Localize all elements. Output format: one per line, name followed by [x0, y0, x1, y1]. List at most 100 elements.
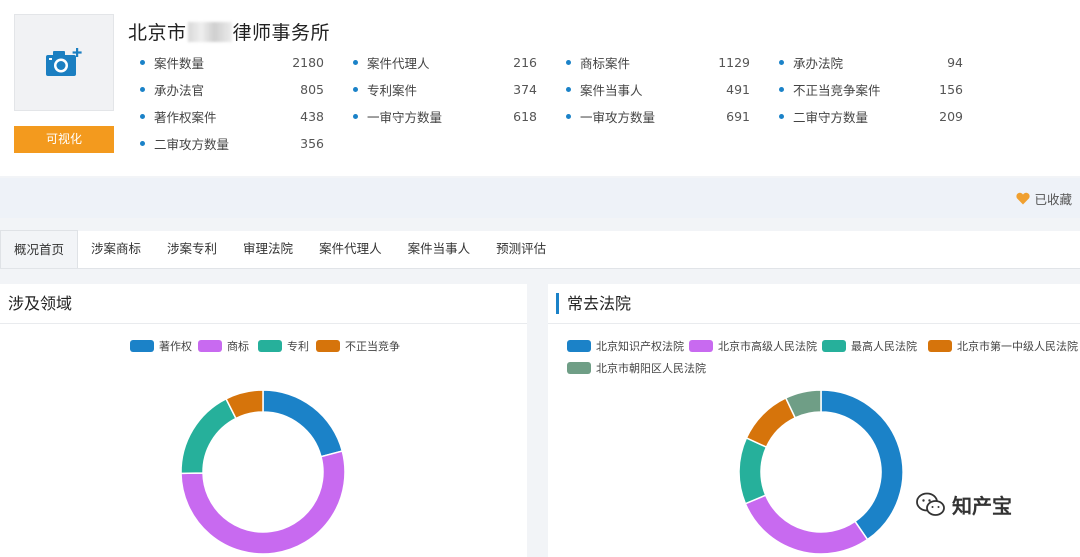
bullet-dot [566, 113, 571, 119]
stat-label: 承办法官 [154, 82, 205, 98]
stat-value: 438 [300, 108, 324, 124]
action-strip: 已收藏 [0, 178, 1080, 218]
stat-label: 专利案件 [367, 82, 418, 98]
wechat-icon [916, 492, 945, 516]
legend-item[interactable]: 北京知识产权法院 [567, 338, 684, 354]
camera-add-icon [46, 47, 82, 76]
legend-label: 北京市朝阳区人民法院 [596, 362, 706, 375]
legend-swatch [130, 340, 154, 352]
stat-value: 156 [939, 81, 963, 97]
bullet-dot [353, 86, 358, 92]
stat-value: 209 [939, 108, 963, 124]
stat-value: 374 [513, 81, 537, 97]
tab-prediction[interactable]: 预测评估 [483, 230, 559, 268]
stat-label: 二审攻方数量 [154, 136, 230, 152]
legend-label: 最高人民法院 [851, 340, 917, 353]
stat-label: 一审守方数量 [367, 109, 443, 125]
firm-title-prefix: 北京市 [128, 22, 187, 44]
stat-label: 不正当竞争案件 [793, 82, 881, 98]
redacted-name-mask [187, 21, 232, 42]
stat-value: 94 [947, 54, 963, 70]
stat-item[interactable]: 案件当事人 491 [566, 79, 750, 99]
stat-label: 案件数量 [154, 55, 205, 71]
favorite-label: 已收藏 [1034, 192, 1072, 207]
legend-swatch [198, 340, 222, 352]
donut-slice-0[interactable] [262, 389, 344, 458]
stat-item[interactable]: 一审守方数量 618 [353, 106, 537, 126]
legend-swatch [567, 362, 591, 374]
tab-agents[interactable]: 案件代理人 [306, 230, 395, 268]
stat-value: 216 [513, 54, 537, 70]
legend-item[interactable]: 北京市朝阳区人民法院 [567, 360, 706, 376]
stat-item[interactable]: 案件数量 2180 [140, 52, 324, 72]
bullet-dot [779, 86, 784, 92]
courts-panel-title: 常去法院 [548, 284, 1080, 324]
legend-swatch [822, 340, 846, 352]
donut-slice-2[interactable] [180, 397, 237, 475]
bullet-dot [140, 86, 145, 92]
donut-slice-1[interactable] [180, 450, 346, 555]
legend-item[interactable]: 专利 [258, 338, 309, 354]
legend-label: 北京知识产权法院 [596, 340, 684, 353]
donut-slice-3[interactable] [745, 396, 797, 449]
tab-trademarks[interactable]: 涉案商标 [78, 230, 154, 268]
bullet-dot [566, 59, 571, 65]
tab-parties[interactable]: 案件当事人 [395, 230, 484, 268]
bullet-dot [779, 113, 784, 119]
stat-value: 356 [300, 135, 324, 151]
donut-slice-1[interactable] [744, 494, 869, 555]
legend-swatch [258, 340, 282, 352]
stat-item[interactable]: 一审攻方数量 691 [566, 106, 750, 126]
legend-swatch [316, 340, 340, 352]
stat-item[interactable]: 商标案件 1129 [566, 52, 750, 72]
stat-label: 二审守方数量 [793, 109, 869, 125]
legend-label: 商标 [227, 340, 249, 353]
donut-slice-0[interactable] [820, 389, 904, 541]
legend-item[interactable]: 商标 [198, 338, 249, 354]
stats-grid: 案件数量 2180 案件代理人 216 商标案件 1129 承办法院 94 承办法官 80… [140, 52, 1080, 162]
legend-item[interactable]: 著作权 [130, 338, 192, 354]
stat-item[interactable]: 二审攻方数量 356 [140, 133, 324, 153]
legend-item[interactable]: 最高人民法院 [822, 338, 917, 354]
bullet-dot [353, 59, 358, 65]
stat-item[interactable]: 案件代理人 216 [353, 52, 537, 72]
bullet-dot [140, 140, 145, 146]
legend-swatch [689, 340, 713, 352]
legend-item[interactable]: 北京市高级人民法院 [689, 338, 817, 354]
fields-donut-chart [180, 389, 346, 555]
visualize-button[interactable]: 可视化 [14, 126, 114, 153]
stat-value: 1129 [718, 54, 750, 70]
stat-item[interactable]: 专利案件 374 [353, 79, 537, 99]
tab-overview[interactable]: 概况首页 [0, 230, 79, 268]
stat-item[interactable]: 承办法官 805 [140, 79, 324, 99]
stat-item[interactable]: 承办法院 94 [779, 52, 963, 72]
stat-value: 2180 [292, 54, 324, 70]
fields-legend: 著作权 商标 专利 不正当竞争 [0, 336, 527, 356]
bullet-dot [140, 59, 145, 65]
tab-patents[interactable]: 涉案专利 [154, 230, 230, 268]
stat-item[interactable]: 二审守方数量 209 [779, 106, 963, 126]
donut-slice-2[interactable] [738, 436, 768, 505]
firm-header-card: 可视化 北京市 律师事务所 案件数量 2180 案件代理人 216 商标案件 1129… [0, 0, 1080, 176]
stat-value: 691 [726, 108, 750, 124]
stat-label: 案件代理人 [367, 55, 430, 71]
firm-title: 北京市 律师事务所 [128, 18, 330, 45]
stat-label: 案件当事人 [580, 82, 643, 98]
stat-item[interactable]: 著作权案件 438 [140, 106, 324, 126]
legend-item[interactable]: 不正当竞争 [316, 338, 400, 354]
firm-avatar-upload[interactable] [14, 14, 114, 111]
legend-label: 不正当竞争 [345, 340, 400, 353]
legend-label: 北京市高级人民法院 [718, 340, 817, 353]
firm-title-suffix: 律师事务所 [232, 22, 331, 44]
stat-label: 著作权案件 [154, 109, 217, 125]
courts-donut-chart [738, 389, 904, 555]
stat-label: 承办法院 [793, 55, 844, 71]
bullet-dot [566, 86, 571, 92]
stat-label: 商标案件 [580, 55, 631, 71]
legend-item[interactable]: 北京市第一中级人民法院 [928, 338, 1078, 354]
favorite-button[interactable]: 已收藏 [1016, 189, 1072, 208]
tab-courts[interactable]: 审理法院 [230, 230, 306, 268]
stat-value: 491 [726, 81, 750, 97]
stat-value: 805 [300, 81, 324, 97]
stat-item[interactable]: 不正当竞争案件 156 [779, 79, 963, 99]
